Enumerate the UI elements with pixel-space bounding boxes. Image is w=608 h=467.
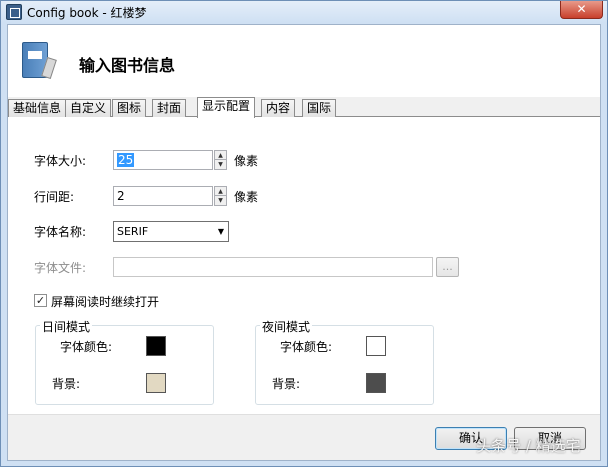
font-name-dropdown[interactable]: SERIF ▼ <box>113 221 229 242</box>
font-size-spinner[interactable]: ▲ ▼ <box>214 150 227 170</box>
continue-reading-label[interactable]: 屏幕阅读时继续打开 <box>51 293 159 310</box>
spin-down-icon[interactable]: ▼ <box>215 196 226 205</box>
font-file-label: 字体文件: <box>34 261 87 275</box>
book-app-icon <box>6 4 22 20</box>
tab-icon[interactable]: 图标 <box>112 99 147 117</box>
line-spacing-value: 2 <box>117 189 125 203</box>
night-font-color-swatch[interactable] <box>366 336 386 356</box>
window-title: Config book - 红楼梦 <box>27 6 147 20</box>
tab-cover[interactable]: 封面 <box>152 99 187 117</box>
dialog-client: 输入图书信息 基础信息 自定义 图标 封面 显示配置 内容 国际 字体大小: 2… <box>7 24 601 461</box>
config-book-window: Config book - 红楼梦 ✕ 输入图书信息 基础信息 自定义 图标 封… <box>0 0 608 467</box>
tab-custom[interactable]: 自定义 <box>65 99 112 117</box>
night-font-color-label: 字体颜色: <box>280 340 333 354</box>
night-background-label: 背景: <box>272 377 301 391</box>
page-title: 输入图书信息 <box>79 56 176 75</box>
line-spacing-spinner[interactable]: ▲ ▼ <box>214 186 227 206</box>
font-size-input[interactable]: 25 <box>113 150 213 170</box>
font-size-unit: 像素 <box>234 154 259 168</box>
tab-strip: 基础信息 自定义 图标 封面 显示配置 内容 国际 <box>8 97 600 118</box>
night-background-swatch[interactable] <box>366 373 386 393</box>
chevron-down-icon: ▼ <box>217 227 224 236</box>
spin-up-icon[interactable]: ▲ <box>215 187 226 196</box>
day-font-color-label: 字体颜色: <box>60 340 113 354</box>
watermark-text: 头条号 / 精选宅 <box>476 437 581 455</box>
font-size-value: 25 <box>117 153 135 167</box>
night-mode-group: 夜间模式 字体颜色: 背景: <box>255 318 434 405</box>
close-button[interactable]: ✕ <box>560 1 603 19</box>
night-mode-title: 夜间模式 <box>260 318 313 335</box>
dialog-footer: 确认 取消 头条号 / 精选宅 <box>8 414 600 460</box>
display-config-panel: 字体大小: 25 ▲ ▼ 像素 行间距: 2 ▲ ▼ 像素 字体名称: SERI… <box>8 118 600 414</box>
title-bar[interactable]: Config book - 红楼梦 ✕ <box>1 1 607 23</box>
tab-display-config[interactable]: 显示配置 <box>197 97 256 118</box>
spin-down-icon[interactable]: ▼ <box>215 160 226 169</box>
line-spacing-label: 行间距: <box>34 190 75 204</box>
browse-font-file-button[interactable]: ... <box>436 257 459 277</box>
dialog-header: 输入图书信息 <box>8 25 600 97</box>
tab-content[interactable]: 内容 <box>261 99 296 117</box>
line-spacing-unit: 像素 <box>234 190 259 204</box>
day-mode-group: 日间模式 字体颜色: 背景: <box>35 318 214 405</box>
font-file-input[interactable] <box>113 257 433 277</box>
day-background-label: 背景: <box>52 377 81 391</box>
day-mode-title: 日间模式 <box>40 318 93 335</box>
tab-basic-info[interactable]: 基础信息 <box>8 99 67 117</box>
tab-international[interactable]: 国际 <box>302 99 337 117</box>
continue-reading-checkbox[interactable]: ✓ <box>34 294 47 307</box>
book-edit-icon <box>22 42 57 80</box>
font-size-label: 字体大小: <box>34 154 87 168</box>
day-font-color-swatch[interactable] <box>146 336 166 356</box>
font-name-value: SERIF <box>117 225 149 238</box>
spin-up-icon[interactable]: ▲ <box>215 151 226 160</box>
font-name-label: 字体名称: <box>34 225 87 239</box>
day-background-swatch[interactable] <box>146 373 166 393</box>
line-spacing-input[interactable]: 2 <box>113 186 213 206</box>
